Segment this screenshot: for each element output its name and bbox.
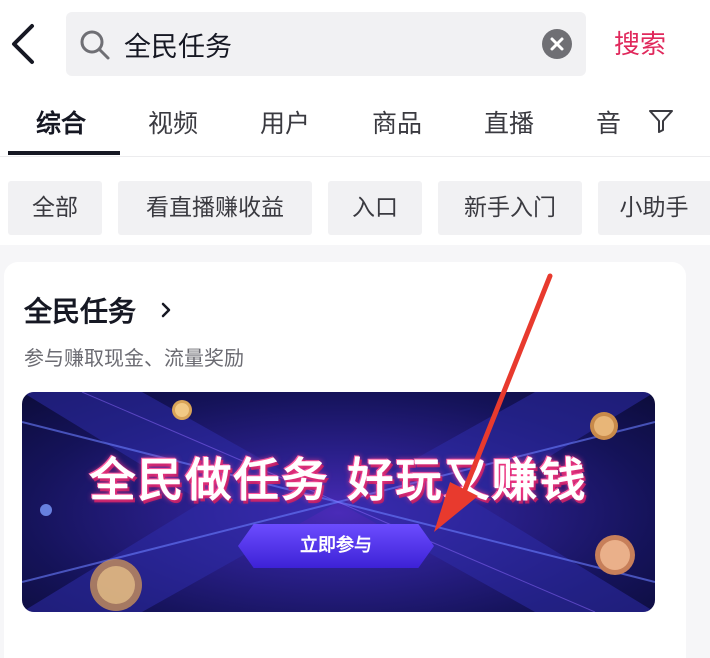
chip-entrance[interactable]: 入口 — [328, 181, 422, 235]
promo-banner[interactable]: 全民做任务 好玩又赚钱 立即参与 — [22, 392, 655, 612]
banner-headline: 全民做任务 好玩又赚钱 — [89, 453, 588, 507]
tab-videos[interactable]: 视频 — [148, 104, 198, 140]
chip-watch-live-earn[interactable]: 看直播赚收益 — [118, 181, 312, 235]
task-card: 全民任务 参与赚取现金、流量奖励 全民做任务 好玩又赚钱 立即参与 — [4, 262, 686, 658]
search-button[interactable]: 搜索 — [614, 24, 666, 61]
back-chevron-icon[interactable] — [6, 22, 40, 66]
card-title[interactable]: 全民任务 — [24, 290, 136, 330]
tab-music[interactable]: 音 — [596, 104, 621, 140]
chevron-right-icon[interactable] — [156, 300, 176, 320]
filter-icon[interactable] — [648, 108, 674, 134]
chip-assistant[interactable]: 小助手 — [598, 181, 710, 235]
search-input[interactable] — [124, 22, 524, 66]
tab-live[interactable]: 直播 — [484, 104, 534, 140]
search-box[interactable] — [66, 12, 586, 76]
active-tab-indicator — [8, 151, 120, 155]
card-subtitle: 参与赚取现金、流量奖励 — [24, 346, 244, 370]
tab-users[interactable]: 用户 — [260, 104, 310, 140]
tab-products[interactable]: 商品 — [372, 104, 422, 140]
search-header: 搜索 — [0, 0, 710, 92]
tab-comprehensive[interactable]: 综合 — [36, 104, 86, 140]
filter-chips: 全部 看直播赚收益 入口 新手入门 小助手 — [0, 157, 710, 245]
chip-beginner-guide[interactable]: 新手入门 — [438, 181, 582, 235]
join-now-button[interactable]: 立即参与 — [238, 524, 434, 568]
clear-icon[interactable] — [542, 29, 572, 59]
search-icon — [80, 30, 110, 60]
chip-all[interactable]: 全部 — [8, 181, 102, 235]
result-tabs: 综合 视频 用户 商品 直播 音 — [0, 92, 710, 157]
